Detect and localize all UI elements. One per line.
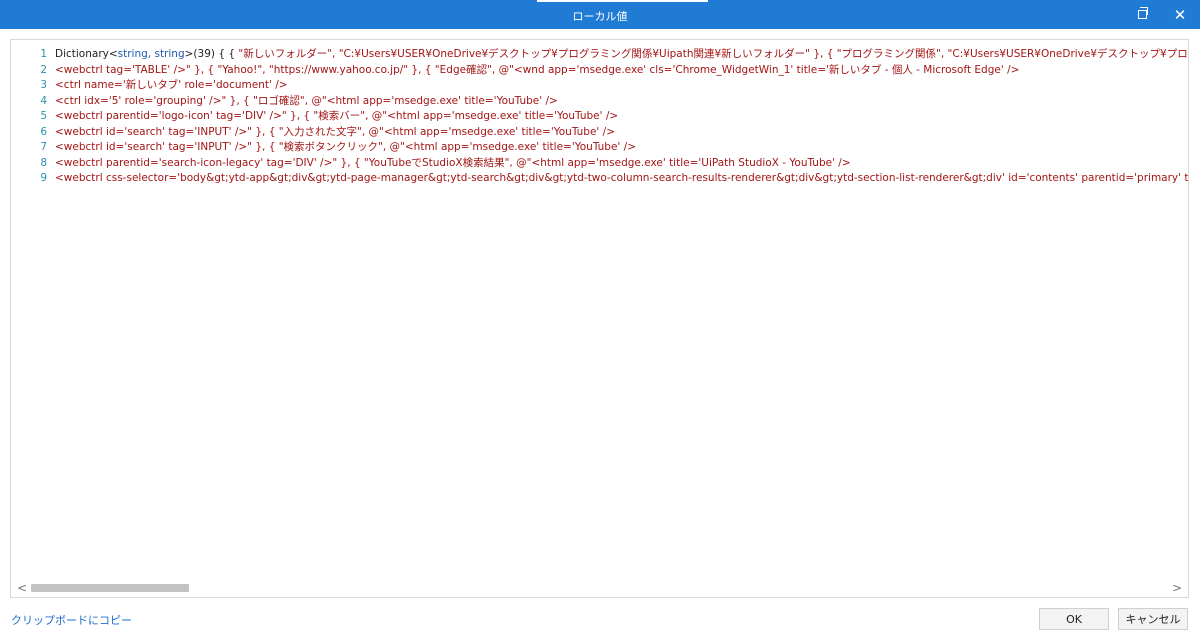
code-token: <webctrl id='search' tag='INPUT' />" }, … xyxy=(55,125,615,138)
code-line: 9 <webctrl css-selector='body&gt;ytd-app&… xyxy=(11,171,1188,187)
code-token: string, string xyxy=(117,48,185,60)
horizontal-scrollbar[interactable]: < > xyxy=(11,579,1188,597)
code-line: 1 Dictionary<string, string>(39) { { "新しい… xyxy=(11,47,1188,63)
code-token: >(39) { { xyxy=(184,48,239,60)
scroll-right-icon[interactable]: > xyxy=(1168,579,1186,597)
close-button[interactable]: ✕ xyxy=(1162,0,1198,29)
line-text: Dictionary<string, string>(39) { { "新しいフ… xyxy=(55,47,1188,63)
code-token: <webctrl tag='TABLE' />" }, { "Yahoo!", … xyxy=(55,63,1020,76)
code-line: 4 <ctrl idx='5' role='grouping' />" }, { … xyxy=(11,94,1188,110)
code-line: 5 <webctrl parentid='logo-icon' tag='DIV'… xyxy=(11,109,1188,125)
line-number: 4 xyxy=(40,94,47,107)
code-token: "新しいフォルダー", "C:¥Users¥USER¥OneDrive¥デスクト… xyxy=(238,48,1188,60)
ok-button[interactable]: OK xyxy=(1039,608,1109,630)
code-line: 3 <ctrl name='新しいタブ' role='document' /> xyxy=(11,78,1188,94)
title-accent-line xyxy=(537,0,708,2)
line-number: 3 xyxy=(40,79,47,91)
code-token: <webctrl parentid='logo-icon' tag='DIV' … xyxy=(55,110,619,122)
code-editor[interactable]: 1 Dictionary<string, string>(39) { { "新しい… xyxy=(10,39,1189,598)
close-icon: ✕ xyxy=(1173,5,1187,24)
line-text: <webctrl parentid='search-icon-legacy' t… xyxy=(55,156,851,172)
line-number: 9 xyxy=(40,172,47,184)
code-lines: 1 Dictionary<string, string>(39) { { "新しい… xyxy=(11,47,1188,577)
cancel-button[interactable]: キャンセル xyxy=(1118,608,1188,630)
code-line: 2 <webctrl tag='TABLE' />" }, { "Yahoo!",… xyxy=(11,63,1188,79)
line-number: 1 xyxy=(40,48,47,60)
code-token: <webctrl id='search' tag='INPUT' />" }, … xyxy=(55,141,636,153)
line-text: <webctrl id='search' tag='INPUT' />" }, … xyxy=(55,125,615,141)
line-number: 7 xyxy=(40,141,47,153)
line-text: <ctrl name='新しいタブ' role='document' /> xyxy=(55,78,288,94)
restore-icon xyxy=(1137,7,1148,19)
title-bar: ローカル値 ✕ xyxy=(0,0,1200,29)
line-text: <webctrl css-selector='body&gt;ytd-app&g… xyxy=(55,171,1188,187)
line-number: 5 xyxy=(40,110,47,122)
line-text: <ctrl idx='5' role='grouping' />" }, { "… xyxy=(55,94,558,110)
code-token: <ctrl name='新しいタブ' role='document' /> xyxy=(55,79,288,91)
line-text: <webctrl id='search' tag='INPUT' />" }, … xyxy=(55,140,636,156)
scroll-left-icon[interactable]: < xyxy=(13,579,31,597)
copy-to-clipboard-link[interactable]: クリップボードにコピー xyxy=(11,612,132,628)
code-token: <webctrl parentid='search-icon-legacy' t… xyxy=(55,156,851,169)
code-line: 7 <webctrl id='search' tag='INPUT' />" },… xyxy=(11,140,1188,156)
line-text: <webctrl tag='TABLE' />" }, { "Yahoo!", … xyxy=(55,63,1019,79)
line-number: 8 xyxy=(40,156,47,169)
code-token: <ctrl idx='5' role='grouping' />" }, { "… xyxy=(55,94,558,107)
window-title: ローカル値 xyxy=(572,10,628,23)
code-token: <webctrl css-selector='body&gt;ytd-app&g… xyxy=(55,172,1188,184)
scrollbar-thumb[interactable] xyxy=(31,584,189,592)
restore-button[interactable] xyxy=(1124,0,1160,29)
code-line: 8 <webctrl parentid='search-icon-legacy' … xyxy=(11,156,1188,172)
line-number: 2 xyxy=(40,63,47,76)
line-text: <webctrl parentid='logo-icon' tag='DIV' … xyxy=(55,109,618,125)
code-token: Dictionary< xyxy=(55,48,118,60)
code-line: 6 <webctrl id='search' tag='INPUT' />" },… xyxy=(11,125,1188,141)
line-number: 6 xyxy=(40,125,47,138)
